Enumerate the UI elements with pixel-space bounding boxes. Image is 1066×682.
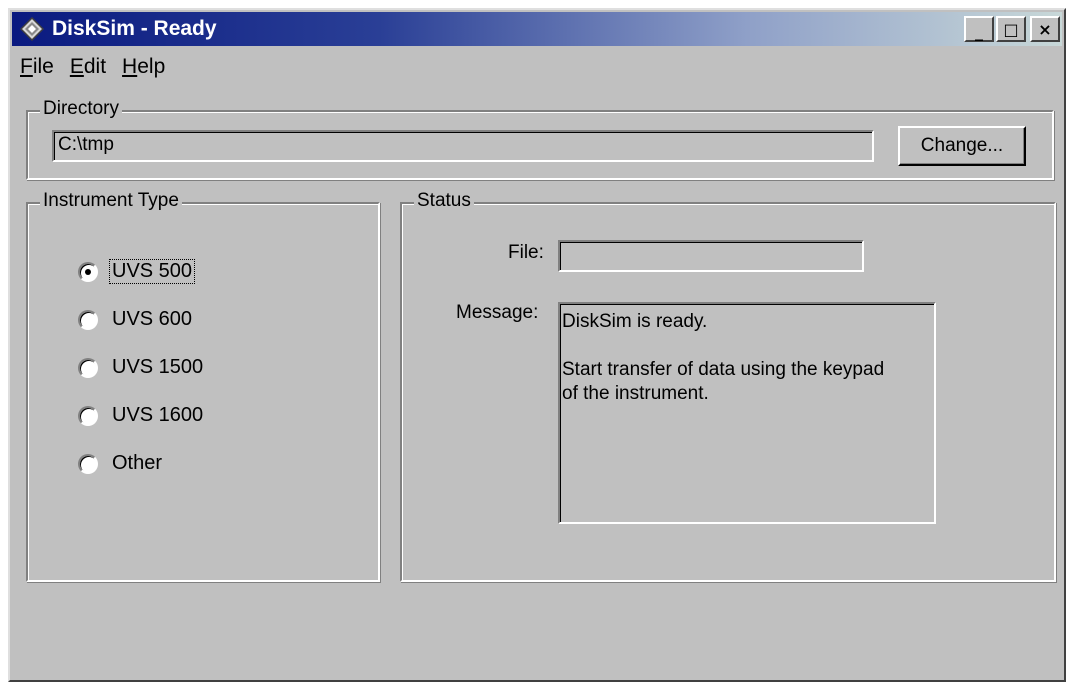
status-group: Status File: Message: DiskSim is ready. … bbox=[400, 190, 1056, 582]
directory-field[interactable]: C:\tmp bbox=[52, 130, 874, 162]
radio-label: UVS 500 bbox=[108, 259, 196, 284]
message-line bbox=[562, 334, 932, 358]
menu-edit-label: dit bbox=[83, 55, 107, 78]
menu-file[interactable]: File bbox=[12, 55, 62, 79]
directory-value: C:\tmp bbox=[58, 134, 114, 155]
minimize-button[interactable]: _ bbox=[964, 16, 994, 42]
window-title: DiskSim - Ready bbox=[52, 17, 217, 40]
maximize-button[interactable]: □ bbox=[996, 16, 1026, 42]
title-buttons: _ □ × bbox=[964, 16, 1060, 42]
message-line: Start transfer of data using the keypad bbox=[562, 359, 885, 380]
radio-label: UVS 1600 bbox=[112, 404, 204, 426]
directory-group: Directory C:\tmp Change... bbox=[26, 98, 1054, 180]
change-directory-button[interactable]: Change... bbox=[898, 126, 1026, 166]
radio-button-checked[interactable] bbox=[78, 261, 98, 282]
menu-help-label: elp bbox=[137, 55, 166, 78]
radio-button[interactable] bbox=[78, 405, 98, 426]
title-bar[interactable]: DiskSim - Ready _ □ × bbox=[12, 12, 1062, 46]
radio-label: UVS 600 bbox=[112, 308, 193, 330]
radio-label: Other bbox=[112, 452, 163, 474]
file-field bbox=[558, 240, 864, 272]
menu-file-label: ile bbox=[32, 55, 54, 78]
minimize-icon: _ bbox=[975, 21, 983, 41]
radio-uvs-600[interactable]: UVS 600 bbox=[78, 308, 194, 331]
directory-legend: Directory bbox=[40, 98, 123, 120]
file-label: File: bbox=[508, 242, 544, 263]
instrument-type-group: Instrument Type UVS 500 UVS 600 UVS 1500… bbox=[26, 190, 380, 582]
menu-edit[interactable]: Edit bbox=[62, 55, 114, 79]
radio-label: UVS 1500 bbox=[112, 356, 204, 378]
menu-bar: File Edit Help bbox=[12, 52, 173, 82]
message-line: of the instrument. bbox=[562, 383, 709, 404]
menu-help[interactable]: Help bbox=[114, 55, 173, 79]
radio-other[interactable]: Other bbox=[78, 452, 164, 475]
message-line: DiskSim is ready. bbox=[562, 311, 708, 332]
radio-uvs-1600[interactable]: UVS 1600 bbox=[78, 404, 205, 427]
menu-edit-accel: E bbox=[69, 55, 84, 78]
message-label: Message: bbox=[456, 302, 539, 323]
close-icon: × bbox=[1038, 19, 1052, 39]
change-button-label: Change... bbox=[920, 135, 1004, 156]
status-legend: Status bbox=[414, 190, 474, 212]
radio-button[interactable] bbox=[78, 357, 98, 378]
menu-help-accel: H bbox=[122, 55, 138, 78]
instrument-type-legend: Instrument Type bbox=[40, 190, 182, 212]
file-value bbox=[560, 242, 862, 244]
disksim-window: DiskSim - Ready _ □ × File Edit Help Dir… bbox=[8, 8, 1066, 682]
maximize-icon: □ bbox=[1003, 19, 1019, 39]
disksim-diamond-icon[interactable] bbox=[18, 15, 46, 43]
radio-button[interactable] bbox=[78, 309, 98, 330]
radio-button[interactable] bbox=[78, 453, 98, 474]
radio-uvs-1500[interactable]: UVS 1500 bbox=[78, 356, 205, 379]
message-box: DiskSim is ready. Start transfer of data… bbox=[558, 302, 936, 524]
radio-uvs-500[interactable]: UVS 500 bbox=[78, 259, 196, 284]
close-button[interactable]: × bbox=[1030, 16, 1060, 42]
menu-file-accel: F bbox=[20, 55, 33, 78]
